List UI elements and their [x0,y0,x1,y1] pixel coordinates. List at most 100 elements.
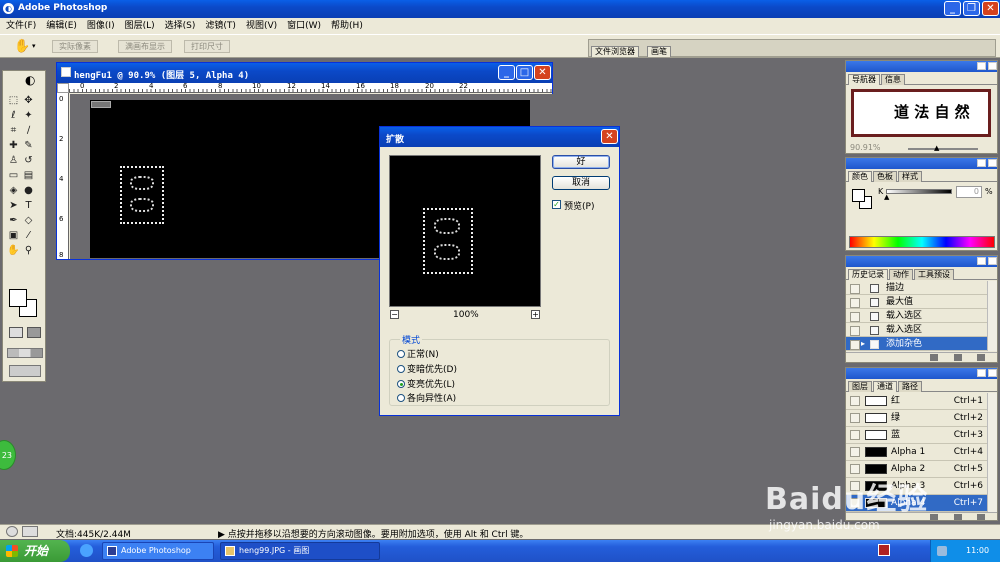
tab-tool-presets[interactable]: 工具预设 [914,269,954,280]
marquee-tool-icon[interactable]: ⬚ [6,93,21,108]
tab-history[interactable]: 历史记录 [848,269,888,280]
mode-normal-radio[interactable]: 正常(N) [397,347,439,360]
notes-tool-icon[interactable]: ▣ [6,228,21,243]
status-zoom-icon[interactable] [6,526,18,537]
menu-image[interactable]: 图像(I) [82,19,120,33]
print-size-button[interactable]: 打印尺寸 [184,40,230,53]
taskbar-button-paint[interactable]: heng99.JPG - 画图 [220,542,380,560]
visibility-box[interactable] [850,413,860,423]
quicklaunch-ie-icon[interactable] [80,544,93,557]
history-item[interactable]: 载入选区 [846,323,987,337]
panel-minimize-icon[interactable] [977,159,986,167]
desktop-badge[interactable]: 23 [0,440,16,470]
tab-channels[interactable]: 通道 [873,381,897,392]
slice-tool-icon[interactable]: ∕ [21,123,36,138]
trash-icon[interactable] [977,514,985,520]
eyedropper-tool-icon[interactable]: ⁄ [21,228,36,243]
stamp-tool-icon[interactable]: ♙ [6,153,21,168]
visibility-box[interactable] [850,396,860,406]
hand-tool-palette-icon[interactable]: ✋ [6,243,21,258]
doc-maximize-button[interactable]: □ [516,65,533,80]
menu-help[interactable]: 帮助(H) [326,19,368,33]
new-document-icon[interactable] [930,354,938,361]
history-snapshot-box[interactable] [850,298,860,308]
slider-thumb-icon[interactable]: ▲ [884,193,889,201]
lasso-tool-icon[interactable]: ℓ [6,108,21,123]
tab-navigator[interactable]: 导航器 [848,74,880,85]
shape-tool-icon[interactable]: ◇ [21,213,36,228]
tab-brushes[interactable]: 画笔 [647,46,671,57]
pen-tool-icon[interactable]: ✒ [6,213,21,228]
load-selection-icon[interactable] [930,514,938,520]
navigator-thumbnail[interactable]: 道 法 自 然 [851,89,991,137]
dodge-tool-icon[interactable]: ● [21,183,36,198]
doc-close-button[interactable]: ✕ [534,65,551,80]
cancel-button[interactable]: 取消 [552,176,610,190]
visibility-box[interactable] [850,430,860,440]
menu-view[interactable]: 视图(V) [241,19,282,33]
doc-minimize-button[interactable]: _ [498,65,515,80]
panel-close-icon[interactable] [988,62,997,70]
tab-color[interactable]: 颜色 [848,171,872,182]
navigator-zoom-value[interactable]: 90.91% [850,143,881,152]
tab-paths[interactable]: 路径 [898,381,922,392]
panel-minimize-icon[interactable] [977,62,986,70]
history-item-selected[interactable]: ▸ 添加杂色 [846,337,987,351]
chevron-down-icon[interactable]: ▾ [32,42,36,50]
zoom-tool-icon[interactable]: ⚲ [21,243,36,258]
panel-minimize-icon[interactable] [977,257,986,265]
mode-lighten-radio[interactable]: 变亮优先(L) [397,377,455,390]
history-item[interactable]: 载入选区 [846,309,987,323]
history-brush-icon[interactable]: ↺ [21,153,36,168]
type-tool-icon[interactable]: T [21,198,36,213]
color-fg-swatch[interactable] [852,189,865,202]
menu-file[interactable]: 文件(F) [1,19,41,33]
visibility-box[interactable] [850,498,860,508]
fit-screen-button[interactable]: 满画布显示 [118,40,172,53]
navigator-zoom-slider[interactable]: ▲ [908,144,978,152]
channel-row[interactable]: 蓝 Ctrl+3 [846,427,987,444]
trash-icon[interactable] [977,354,985,361]
mode-anisotropic-radio[interactable]: 各向异性(A) [397,391,456,404]
visibility-box[interactable] [850,464,860,474]
path-select-icon[interactable]: ➤ [6,198,21,213]
channel-row-selected[interactable]: Alpha 4 Ctrl+7 [846,495,987,512]
screen-mode-icon[interactable] [7,348,43,358]
channel-row[interactable]: Alpha 2 Ctrl+5 [846,461,987,478]
menu-filter[interactable]: 滤镜(T) [200,19,241,33]
gradient-tool-icon[interactable]: ▤ [21,168,36,183]
preview-checkbox[interactable]: ✓ [552,200,561,209]
quick-mask-icon[interactable] [9,327,23,338]
history-snapshot-box[interactable] [850,312,860,322]
zoom-out-button[interactable]: − [390,310,399,319]
network-icon[interactable] [937,546,947,556]
history-snapshot-box[interactable] [850,340,860,350]
hand-tool-icon[interactable]: ✋ [14,39,30,54]
panel-close-icon[interactable] [988,159,997,167]
close-button[interactable]: ✕ [982,1,999,16]
new-channel-icon[interactable] [954,514,962,520]
start-button[interactable]: 开始 [0,540,70,562]
actual-pixels-button[interactable]: 实际像素 [52,40,98,53]
zoom-in-button[interactable]: + [531,310,540,319]
channel-row[interactable]: Alpha 1 Ctrl+4 [846,444,987,461]
brush-tool-icon[interactable]: ✎ [21,138,36,153]
slider-thumb-icon[interactable]: ▲ [934,144,939,152]
eraser-tool-icon[interactable]: ▭ [6,168,21,183]
menu-select[interactable]: 选择(S) [160,19,201,33]
magic-wand-tool-icon[interactable]: ✦ [21,108,36,123]
dialog-close-button[interactable]: ✕ [601,129,618,144]
healing-brush-icon[interactable]: ✚ [6,138,21,153]
tab-file-browser[interactable]: 文件浏览器 [591,46,639,57]
channels-scrollbar[interactable] [987,393,997,512]
tab-actions[interactable]: 动作 [889,269,913,280]
channel-row[interactable]: 绿 Ctrl+2 [846,410,987,427]
mode-darken-radio[interactable]: 变暗优先(D) [397,362,457,375]
panel-minimize-icon[interactable] [977,369,986,377]
move-tool-icon[interactable]: ✥ [21,93,36,108]
tab-info[interactable]: 信息 [881,74,905,85]
menu-layer[interactable]: 图层(L) [120,19,160,33]
taskbar-button-photoshop[interactable]: Adobe Photoshop [102,542,214,560]
color-spectrum-bar[interactable] [849,236,995,248]
k-slider[interactable]: ▲ [884,189,952,201]
